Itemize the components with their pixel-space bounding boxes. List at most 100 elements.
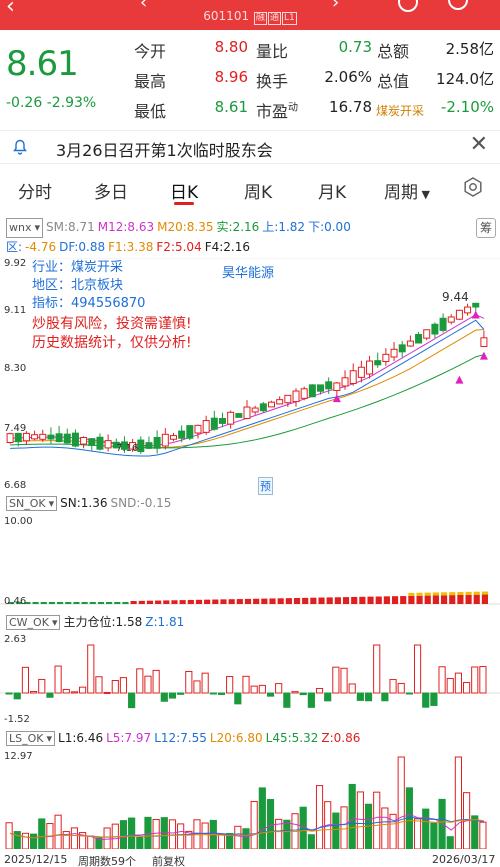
ls-bar (405, 787, 413, 849)
cw-bar (340, 667, 348, 694)
sn-indicator-selector[interactable]: SN_OK ▾ (6, 496, 58, 511)
pe-label-text: 市盈 (256, 102, 289, 121)
notice-bar[interactable]: 3月26日召开第1次临时股东会 ✕ (0, 130, 500, 164)
cw-bar (177, 692, 185, 695)
kline-candle (300, 388, 308, 399)
kline-indicator-selector[interactable]: wnx ▾ (6, 218, 44, 238)
tab-timeshare[interactable]: 分时 (18, 178, 52, 203)
ls-bar (422, 808, 430, 849)
ls-bar (340, 806, 348, 849)
kline-candle (276, 399, 284, 405)
sn-bar (261, 598, 268, 604)
cw-bar (13, 692, 21, 700)
buy-signal-icon (455, 375, 464, 384)
sn-bar (122, 602, 129, 604)
turnover-value: 2.06% (324, 68, 372, 86)
cw-legend-items: 主力仓位:1.58 Z:1.81 (63, 615, 187, 629)
ls-bar (413, 818, 422, 849)
sn-bar (253, 598, 260, 604)
end-date: 2026/03/17 (432, 853, 496, 866)
sn-chart[interactable] (0, 514, 500, 608)
tab-multiday[interactable]: 多日 (94, 178, 128, 203)
tab-period[interactable]: 周期 ▼ (384, 178, 430, 203)
ls-bar (438, 798, 446, 849)
cw-bar (111, 679, 119, 694)
mktcap-label: 总值 (377, 72, 410, 91)
pe-sup: 动 (288, 102, 299, 114)
sn-bar (400, 596, 407, 604)
high-label: 最高 (134, 72, 167, 91)
cw-chart[interactable] (0, 631, 500, 727)
ls-legend-item: L45:5.32 (265, 731, 319, 745)
cw-bar (397, 682, 405, 694)
next-stock-icon[interactable]: › (332, 0, 339, 13)
cw-bar (95, 676, 103, 694)
ls-bar (356, 791, 364, 849)
cw-bar (356, 692, 364, 701)
risk-warning: 炒股有风险，投资需谨慎! (32, 316, 192, 332)
cw-bar (373, 644, 381, 694)
forecast-badge[interactable]: 预 (258, 477, 273, 495)
ls-bar (87, 835, 95, 849)
tab-period-label: 周期 (384, 183, 418, 203)
cw-bar (462, 682, 471, 694)
sn-bar (375, 596, 382, 604)
low-value: 8.61 (214, 98, 248, 116)
cw-bar (315, 687, 324, 694)
amount-label: 总额 (377, 42, 410, 61)
kline-candle (333, 382, 341, 391)
kline-legend-item: 实:2.16 (216, 220, 260, 234)
ls-bar (30, 833, 38, 849)
sn-bar (244, 598, 252, 604)
sn-bar (318, 597, 325, 604)
kline-candle (96, 436, 104, 450)
ls-bar (103, 827, 111, 849)
ls-bar (299, 806, 307, 849)
cw-bar (364, 692, 373, 702)
kline-candle (251, 407, 259, 413)
ls-bar (54, 814, 62, 849)
sector-name[interactable]: 煤炭开采 (376, 102, 424, 119)
sn-bar (114, 602, 121, 604)
ls-indicator-selector[interactable]: LS_OK ▾ (6, 731, 56, 746)
ls-chart[interactable] (0, 749, 500, 849)
stock-code: 601101 融通 L1 (0, 9, 500, 25)
kline-candle (218, 418, 226, 424)
cw-bar (144, 675, 152, 694)
kline-candle (186, 425, 194, 439)
ls-bar (119, 820, 128, 849)
badge-margin: 融 (253, 12, 267, 25)
sn-bar (155, 600, 162, 604)
tab-daily-k[interactable]: 日K (170, 178, 198, 203)
kline-candle (194, 424, 202, 434)
settings-icon[interactable] (462, 176, 484, 198)
kline-candle (14, 432, 22, 443)
adjust-mode[interactable]: 前复权 (152, 853, 185, 867)
kline-legend-item: -4.76 (25, 240, 57, 254)
cw-legend-item: Z:1.81 (145, 615, 185, 629)
cw-bar (389, 679, 397, 694)
cw-bar (193, 680, 201, 694)
cw-bar (46, 692, 54, 698)
cw-bar (201, 672, 209, 694)
tab-monthly-k[interactable]: 月K (318, 178, 346, 203)
sn-ytick-2: 0.46 (4, 596, 27, 607)
cw-indicator-selector[interactable]: CW_OK ▾ (6, 615, 61, 630)
sn-bar-cap (408, 592, 415, 596)
kline-candle (63, 433, 71, 444)
amount-value: 2.58亿 (445, 40, 494, 58)
ls-ytick-1: 12.97 (4, 751, 33, 762)
chip-toggle-button[interactable]: 筹 (476, 218, 496, 238)
sector-change: -2.10% (440, 98, 494, 116)
kline-candle (464, 306, 472, 314)
vol-ratio-value: 0.73 (338, 38, 372, 56)
ls-bar (307, 834, 315, 849)
sn-bar (89, 602, 96, 604)
ls-bar (332, 812, 340, 849)
cw-bar (152, 669, 160, 694)
tab-weekly-k[interactable]: 周K (244, 178, 272, 203)
sn-bar (32, 602, 39, 604)
cw-bar (30, 691, 38, 694)
cw-bar (234, 692, 242, 705)
close-icon[interactable]: ✕ (470, 132, 488, 157)
